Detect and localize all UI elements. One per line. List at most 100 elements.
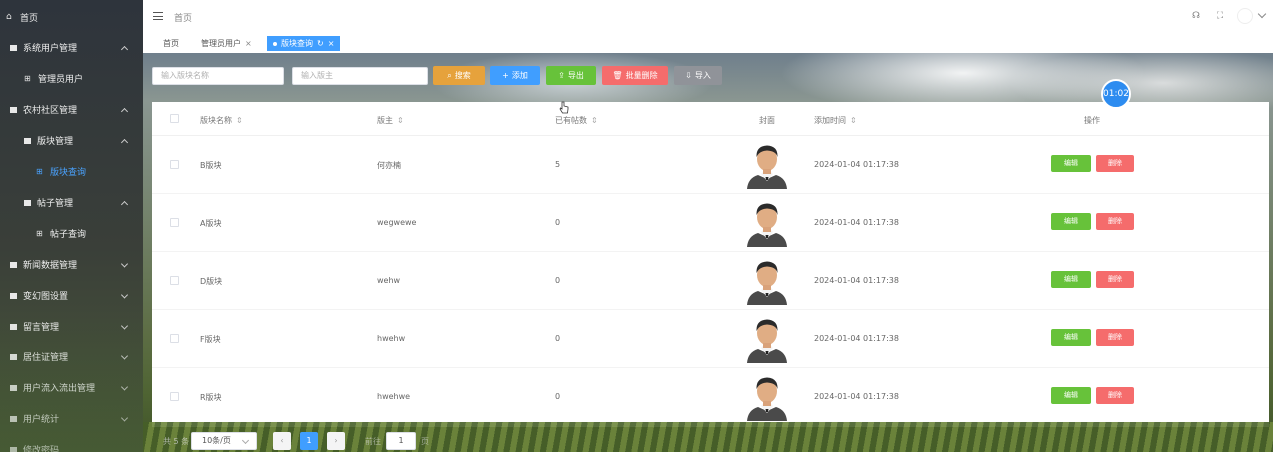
edit-button[interactable]: 编辑 [1051, 329, 1091, 346]
fullscreen-icon[interactable]: ⛶ [1213, 9, 1227, 23]
hand-cursor-icon [559, 101, 569, 114]
cell-post-count: 0 [555, 276, 561, 285]
cell-board-name: F版块 [200, 335, 221, 344]
export-icon: ⇪ [558, 71, 565, 80]
delete-button[interactable]: 删除 [1096, 329, 1134, 346]
table-row: D版块 wehw 0 2024-01-04 01:17:38 编辑 删除 [152, 252, 1269, 310]
row-checkbox[interactable] [170, 276, 179, 285]
sidebar-item-carousel[interactable]: 变幻图设置 [0, 280, 143, 311]
table-row: A版块 wegwewe 0 2024-01-04 01:17:38 编辑 删除 [152, 194, 1269, 252]
delete-button[interactable]: 删除 [1096, 213, 1134, 230]
chevron-down-icon [120, 259, 129, 268]
export-button-label: 导出 [567, 71, 584, 80]
edit-button[interactable]: 编辑 [1051, 271, 1091, 288]
cover-avatar-image [747, 319, 787, 363]
breadcrumb[interactable]: 首页 [174, 11, 192, 24]
cell-post-count: 0 [555, 218, 561, 227]
chevron-down-icon [120, 382, 129, 391]
tab-label: 版块查询 [281, 39, 313, 48]
edit-button[interactable]: 编辑 [1051, 387, 1091, 404]
grid-icon: ⊞ [36, 166, 43, 176]
search-button[interactable]: ⌕ 搜索 [433, 66, 485, 85]
menu-icon [10, 323, 17, 330]
close-icon[interactable]: × [245, 39, 252, 48]
table-header: 版块名称 ⇕ 版主 ⇕ 已有帖数 ⇕ 封面 添加时间 ⇕ 操作 [152, 102, 1269, 136]
search-button-label: 搜索 [454, 71, 471, 80]
cover-avatar-image [747, 377, 787, 421]
page-suffix-label: 页 [421, 437, 429, 446]
delete-button[interactable]: 删除 [1096, 271, 1134, 288]
sidebar-item-label: 用户流入流出管理 [23, 384, 96, 394]
import-button[interactable]: ⇩ 导入 [674, 66, 722, 85]
cell-board-name: R版块 [200, 393, 222, 402]
add-button[interactable]: + 添加 [490, 66, 540, 85]
tab-board-query[interactable]: 版块查询 ↻ × [267, 36, 341, 51]
delete-button[interactable]: 删除 [1096, 155, 1134, 172]
sort-icon: ⇕ [591, 116, 598, 125]
batch-delete-button[interactable]: 🗑 批量删除 [602, 66, 668, 85]
hamburger-menu-icon[interactable] [153, 12, 163, 20]
select-all-checkbox[interactable] [170, 114, 179, 123]
tabs-bar: 首页 管理员用户 × 版块查询 ↻ × [143, 33, 1273, 53]
sort-icon: ⇕ [397, 116, 404, 125]
export-button[interactable]: ⇪ 导出 [546, 66, 596, 85]
sidebar-item-board-query[interactable]: ⊞ 版块查询 [0, 156, 143, 187]
row-checkbox[interactable] [170, 160, 179, 169]
close-icon[interactable]: × [328, 39, 335, 48]
header-cover: 封面 [759, 116, 775, 125]
cell-owner: hwehw [377, 334, 406, 343]
header-added-time[interactable]: 添加时间 ⇕ [814, 115, 857, 126]
menu-icon [10, 261, 17, 268]
refresh-icon[interactable]: ↻ [317, 39, 324, 48]
goto-page-input[interactable]: 1 [386, 432, 416, 450]
page-number-current[interactable]: 1 [300, 432, 318, 450]
theme-shirt-icon[interactable]: ☊ [1189, 9, 1203, 23]
sidebar-item-user-stats[interactable]: 用户统计 [0, 403, 143, 434]
cell-added-time: 2024-01-04 01:17:38 [814, 160, 899, 169]
cell-post-count: 0 [555, 392, 561, 401]
chevron-down-icon[interactable] [1257, 9, 1267, 19]
edit-button[interactable]: 编辑 [1051, 155, 1091, 172]
row-checkbox[interactable] [170, 334, 179, 343]
table-row: B版块 何亦楠 5 2024-01-04 01:17:38 编辑 删除 [152, 136, 1269, 194]
owner-input[interactable]: 输入版主 [292, 67, 428, 85]
sidebar-item-post-query[interactable]: ⊞ 帖子查询 [0, 218, 143, 249]
next-page-button[interactable]: › [327, 432, 345, 450]
cell-owner: hwehwe [377, 392, 411, 401]
sidebar-item-board-management[interactable]: 版块管理 [0, 125, 143, 156]
sidebar-item-messages[interactable]: 留言管理 [0, 311, 143, 342]
cell-post-count: 0 [555, 334, 561, 343]
tab-home[interactable]: 首页 [157, 36, 185, 51]
tab-admin-users[interactable]: 管理员用户 × [195, 36, 258, 51]
sidebar-item-system-users[interactable]: 系统用户管理 [0, 32, 143, 63]
delete-button[interactable]: 删除 [1096, 387, 1134, 404]
row-checkbox[interactable] [170, 218, 179, 227]
sidebar-item-post-management[interactable]: 帖子管理 [0, 187, 143, 218]
chevron-down-icon [120, 351, 129, 360]
sidebar-item-user-flow[interactable]: 用户流入流出管理 [0, 372, 143, 403]
header-owner[interactable]: 版主 ⇕ [377, 115, 404, 126]
board-name-input[interactable]: 输入版块名称 [152, 67, 284, 85]
cell-added-time: 2024-01-04 01:17:38 [814, 276, 899, 285]
sidebar-item-label: 帖子查询 [50, 230, 87, 240]
prev-page-button[interactable]: ‹ [273, 432, 291, 450]
sidebar-item-label: 版块管理 [37, 137, 74, 147]
row-checkbox[interactable] [170, 392, 179, 401]
sidebar-item-home[interactable]: ⌂ 首页 [0, 2, 143, 33]
cell-board-name: B版块 [200, 161, 222, 170]
header-post-count[interactable]: 已有帖数 ⇕ [555, 115, 598, 126]
sort-icon: ⇕ [236, 116, 243, 125]
avatar[interactable] [1237, 8, 1253, 24]
sidebar-item-label: 首页 [20, 14, 39, 24]
sidebar-item-news[interactable]: 新闻数据管理 [0, 249, 143, 280]
sidebar-item-label: 系统用户管理 [23, 44, 78, 54]
header-board-name[interactable]: 版块名称 ⇕ [200, 115, 243, 126]
menu-icon [10, 353, 17, 360]
page-size-select[interactable]: 10条/页 [191, 432, 257, 450]
sidebar-item-change-password[interactable]: 修改密码 [0, 434, 143, 452]
sidebar-item-community[interactable]: 农村社区管理 [0, 94, 143, 125]
sidebar-item-admin-users[interactable]: ⊞ 管理员用户 [0, 63, 143, 94]
chevron-up-icon [120, 200, 129, 208]
sidebar-item-residence[interactable]: 居住证管理 [0, 341, 143, 372]
edit-button[interactable]: 编辑 [1051, 213, 1091, 230]
